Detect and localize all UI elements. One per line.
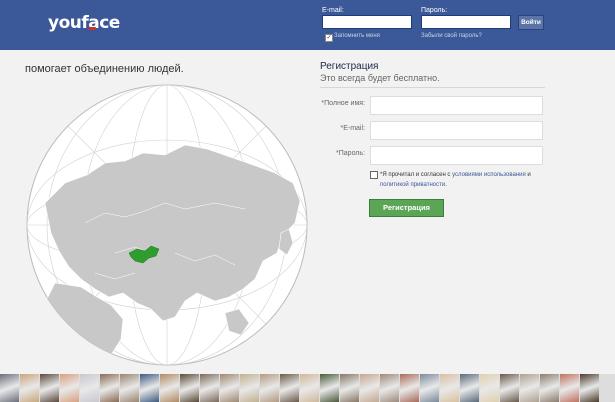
profile-thumbnail[interactable] <box>120 374 139 402</box>
profile-thumbnail[interactable] <box>520 374 539 402</box>
terms-of-use-link[interactable]: условиями использования <box>452 172 526 178</box>
profile-thumbnail[interactable] <box>380 374 399 402</box>
profile-thumbnail[interactable] <box>280 374 299 402</box>
profile-thumbnail[interactable] <box>220 374 239 402</box>
remember-me-label[interactable]: Запомнить меня <box>334 33 380 39</box>
profile-thumbnail[interactable] <box>180 374 199 402</box>
profile-thumbnail[interactable] <box>140 374 159 402</box>
login-email-input[interactable] <box>322 15 412 29</box>
profile-thumbnail[interactable] <box>200 374 219 402</box>
profile-thumbnail[interactable] <box>460 374 479 402</box>
login-button[interactable]: Войти <box>518 15 544 30</box>
register-title: Регистрация <box>320 61 379 72</box>
remember-me-checkbox[interactable]: ✓ <box>325 34 333 42</box>
profile-thumbnail[interactable] <box>300 374 319 402</box>
profile-thumbnail[interactable] <box>160 374 179 402</box>
profile-thumbnail[interactable] <box>0 374 19 402</box>
email-input[interactable] <box>370 121 543 140</box>
terms-checkbox[interactable] <box>370 171 378 179</box>
email-label: *E-mail: <box>340 125 365 132</box>
profile-thumbnail[interactable] <box>440 374 459 402</box>
profile-thumbnail[interactable] <box>580 374 599 402</box>
profile-thumbnail[interactable] <box>20 374 39 402</box>
password-label: *Пароль: <box>336 150 365 157</box>
profile-thumbnail[interactable] <box>60 374 79 402</box>
terms-and: и <box>527 172 531 178</box>
tagline: помогает объединению людей. <box>25 63 184 75</box>
fullname-label: *Полное имя: <box>321 100 365 107</box>
register-divider <box>320 87 545 88</box>
profile-thumbnail[interactable] <box>500 374 519 402</box>
profile-thumbnail[interactable] <box>540 374 559 402</box>
profile-thumbnail[interactable] <box>360 374 379 402</box>
top-bar: youface E-mail: Пароль: Войти ✓ Запомнит… <box>0 0 615 50</box>
landmass-indonesia <box>246 336 278 352</box>
logo-accent-mark <box>88 27 96 30</box>
profile-thumbnails-strip <box>0 374 615 402</box>
login-email-label: E-mail: <box>322 7 344 14</box>
logo[interactable]: youface <box>48 13 120 33</box>
profile-thumbnail[interactable] <box>40 374 59 402</box>
fullname-input[interactable] <box>370 96 543 115</box>
profile-thumbnail[interactable] <box>100 374 119 402</box>
globe-map-illustration <box>26 84 308 366</box>
login-password-input[interactable] <box>421 15 511 29</box>
register-button[interactable]: Регистрация <box>369 199 444 217</box>
forgot-password-link[interactable]: Забыли свой пароль? <box>421 33 482 39</box>
profile-thumbnail[interactable] <box>400 374 419 402</box>
profile-thumbnail[interactable] <box>260 374 279 402</box>
register-subtitle: Это всегда будет бесплатно. <box>320 73 440 83</box>
login-password-label: Пароль: <box>421 7 448 14</box>
profile-thumbnail[interactable] <box>480 374 499 402</box>
terms-text: *Я прочитал и согласен с условиями испол… <box>380 170 540 190</box>
password-input[interactable] <box>370 146 543 165</box>
privacy-policy-link[interactable]: политикой приватности <box>380 182 445 188</box>
profile-thumbnail[interactable] <box>340 374 359 402</box>
profile-thumbnail[interactable] <box>560 374 579 402</box>
profile-thumbnail[interactable] <box>80 374 99 402</box>
profile-thumbnail[interactable] <box>420 374 439 402</box>
profile-thumbnail[interactable] <box>240 374 259 402</box>
profile-thumbnail[interactable] <box>320 374 339 402</box>
terms-prefix: *Я прочитал и согласен с <box>380 172 451 178</box>
terms-period: . <box>445 182 447 188</box>
